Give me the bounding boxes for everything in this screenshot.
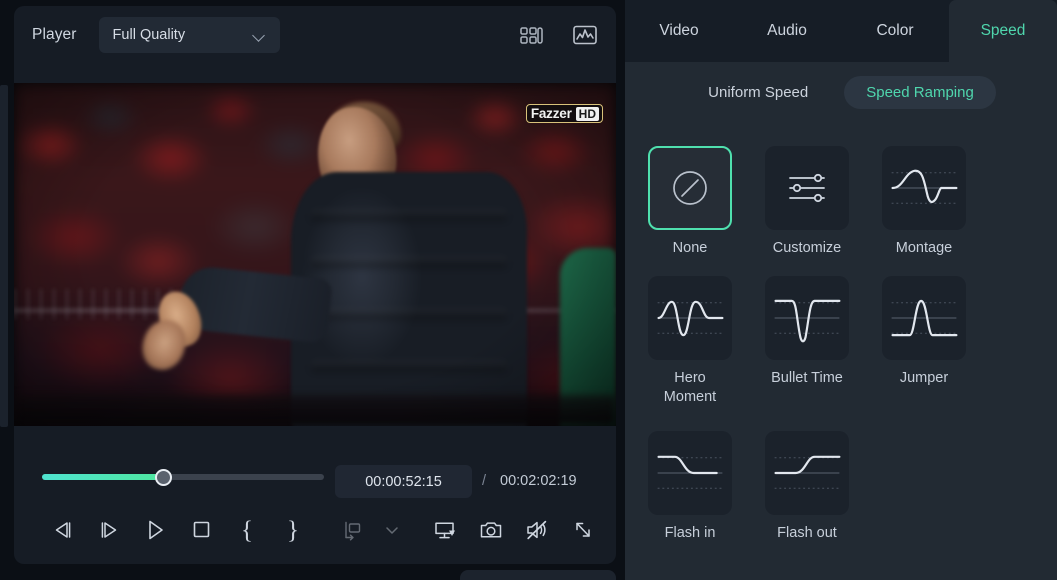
subtab-speed-ramping[interactable]: Speed Ramping	[844, 75, 996, 109]
speed-mode-switch: Uniform Speed Speed Ramping	[625, 62, 1057, 122]
curve-flash-out-icon	[765, 431, 849, 515]
next-frame-button[interactable]	[86, 510, 132, 550]
preset-row: None Customize Montage	[648, 146, 1038, 258]
preset-row: Hero Moment Bullet Time Jumper	[648, 276, 1038, 407]
tab-video[interactable]: Video	[625, 0, 733, 62]
player-pane: Player Full Quality Fazzer HD 00:00:52:1…	[0, 0, 625, 580]
transport-buttons: { }	[14, 508, 616, 552]
tab-video-label: Video	[659, 22, 699, 39]
previous-frame-button[interactable]	[40, 510, 86, 550]
mark-out-glyph: }	[287, 516, 299, 544]
playhead-row: 00:00:52:15 / 00:02:02:19	[14, 461, 616, 498]
tab-speed[interactable]: Speed	[949, 0, 1057, 62]
curve-hero-moment-icon	[648, 276, 732, 360]
speed-ramping-presets: None Customize Montage Hero Moment Bulle…	[648, 146, 1038, 553]
preset-flash-out-label: Flash out	[777, 525, 837, 541]
panel-tabs: Video Audio Color Speed	[625, 0, 1057, 62]
mark-out-button[interactable]: }	[270, 510, 316, 550]
tab-audio-label: Audio	[767, 22, 807, 39]
preset-hero-moment[interactable]: Hero Moment	[648, 276, 732, 407]
playhead-slider[interactable]	[42, 468, 324, 486]
current-time-field[interactable]: 00:00:52:15	[335, 465, 472, 498]
player-title: Player	[32, 26, 77, 43]
waveform-chart-icon[interactable]	[572, 23, 598, 47]
no-ramp-icon	[648, 146, 732, 230]
preset-none[interactable]: None	[648, 146, 732, 258]
time-separator: /	[482, 473, 487, 489]
player-header-icons	[518, 23, 598, 47]
snapshot-button[interactable]	[468, 510, 514, 550]
tab-color[interactable]: Color	[841, 0, 949, 62]
preset-none-label: None	[672, 240, 708, 256]
preset-customize-label: Customize	[772, 240, 842, 256]
left-edge-strip	[0, 85, 8, 427]
video-preview[interactable]: Fazzer HD	[14, 83, 616, 426]
panel-tabbar: Video Audio Color Speed	[625, 0, 1057, 62]
layout-grid-icon[interactable]	[518, 23, 544, 47]
video-watermark: Fazzer HD	[525, 104, 603, 123]
curve-jumper-icon	[882, 276, 966, 360]
mute-button[interactable]	[514, 510, 560, 550]
preset-row: Flash in Flash out	[648, 431, 1038, 543]
transport-bar: 00:00:52:15 / 00:02:02:19 {}	[14, 440, 616, 564]
stop-button[interactable]	[178, 510, 224, 550]
preset-customize[interactable]: Customize	[765, 146, 849, 258]
current-time-value: 00:00:52:15	[365, 473, 442, 490]
preset-flash-in-label: Flash in	[664, 525, 716, 541]
playhead-progress-fill	[42, 474, 164, 480]
curve-flash-in-icon	[648, 431, 732, 515]
preset-montage-label: Montage	[895, 240, 953, 256]
chevron-down-icon	[253, 31, 267, 40]
tab-speed-label: Speed	[980, 22, 1026, 39]
curve-bullet-time-icon	[765, 276, 849, 360]
mark-in-glyph: {	[241, 516, 253, 544]
preset-jumper[interactable]: Jumper	[882, 276, 966, 407]
display-settings-button[interactable]	[422, 510, 468, 550]
preset-montage[interactable]: Montage	[882, 146, 966, 258]
subtab-speed-ramping-label: Speed Ramping	[866, 83, 974, 101]
mark-in-button[interactable]: {	[224, 510, 270, 550]
total-time-value: 00:02:02:19	[500, 473, 577, 489]
tab-audio[interactable]: Audio	[733, 0, 841, 62]
player-header: Player Full Quality	[14, 6, 616, 64]
subtab-uniform-speed[interactable]: Uniform Speed	[686, 76, 830, 109]
curve-montage-icon	[882, 146, 966, 230]
sliders-icon	[765, 146, 849, 230]
preset-bullet-time-label: Bullet Time	[771, 370, 843, 386]
play-button[interactable]	[132, 510, 178, 550]
watermark-name: Fazzer	[530, 106, 572, 121]
fullscreen-button[interactable]	[560, 510, 606, 550]
app-window: Player Full Quality Fazzer HD 00:00:52:1…	[0, 0, 1057, 580]
preset-hero-moment-label: Hero Moment	[663, 370, 717, 405]
quality-select[interactable]: Full Quality	[98, 17, 280, 53]
video-frame	[14, 83, 616, 426]
quality-select-value: Full Quality	[112, 27, 186, 43]
preset-bullet-time[interactable]: Bullet Time	[765, 276, 849, 407]
add-marker-button[interactable]	[330, 510, 376, 550]
timeline-panel-nub	[460, 570, 616, 580]
preset-flash-in[interactable]: Flash in	[648, 431, 732, 543]
subtab-uniform-speed-label: Uniform Speed	[708, 83, 809, 101]
tab-color-label: Color	[876, 22, 914, 39]
watermark-hd-badge: HD	[575, 106, 599, 121]
marker-dropdown-button[interactable]	[376, 510, 408, 550]
video-vignette	[14, 83, 616, 426]
preset-flash-out[interactable]: Flash out	[765, 431, 849, 543]
playhead-thumb[interactable]	[154, 468, 172, 486]
preset-jumper-label: Jumper	[899, 370, 949, 386]
